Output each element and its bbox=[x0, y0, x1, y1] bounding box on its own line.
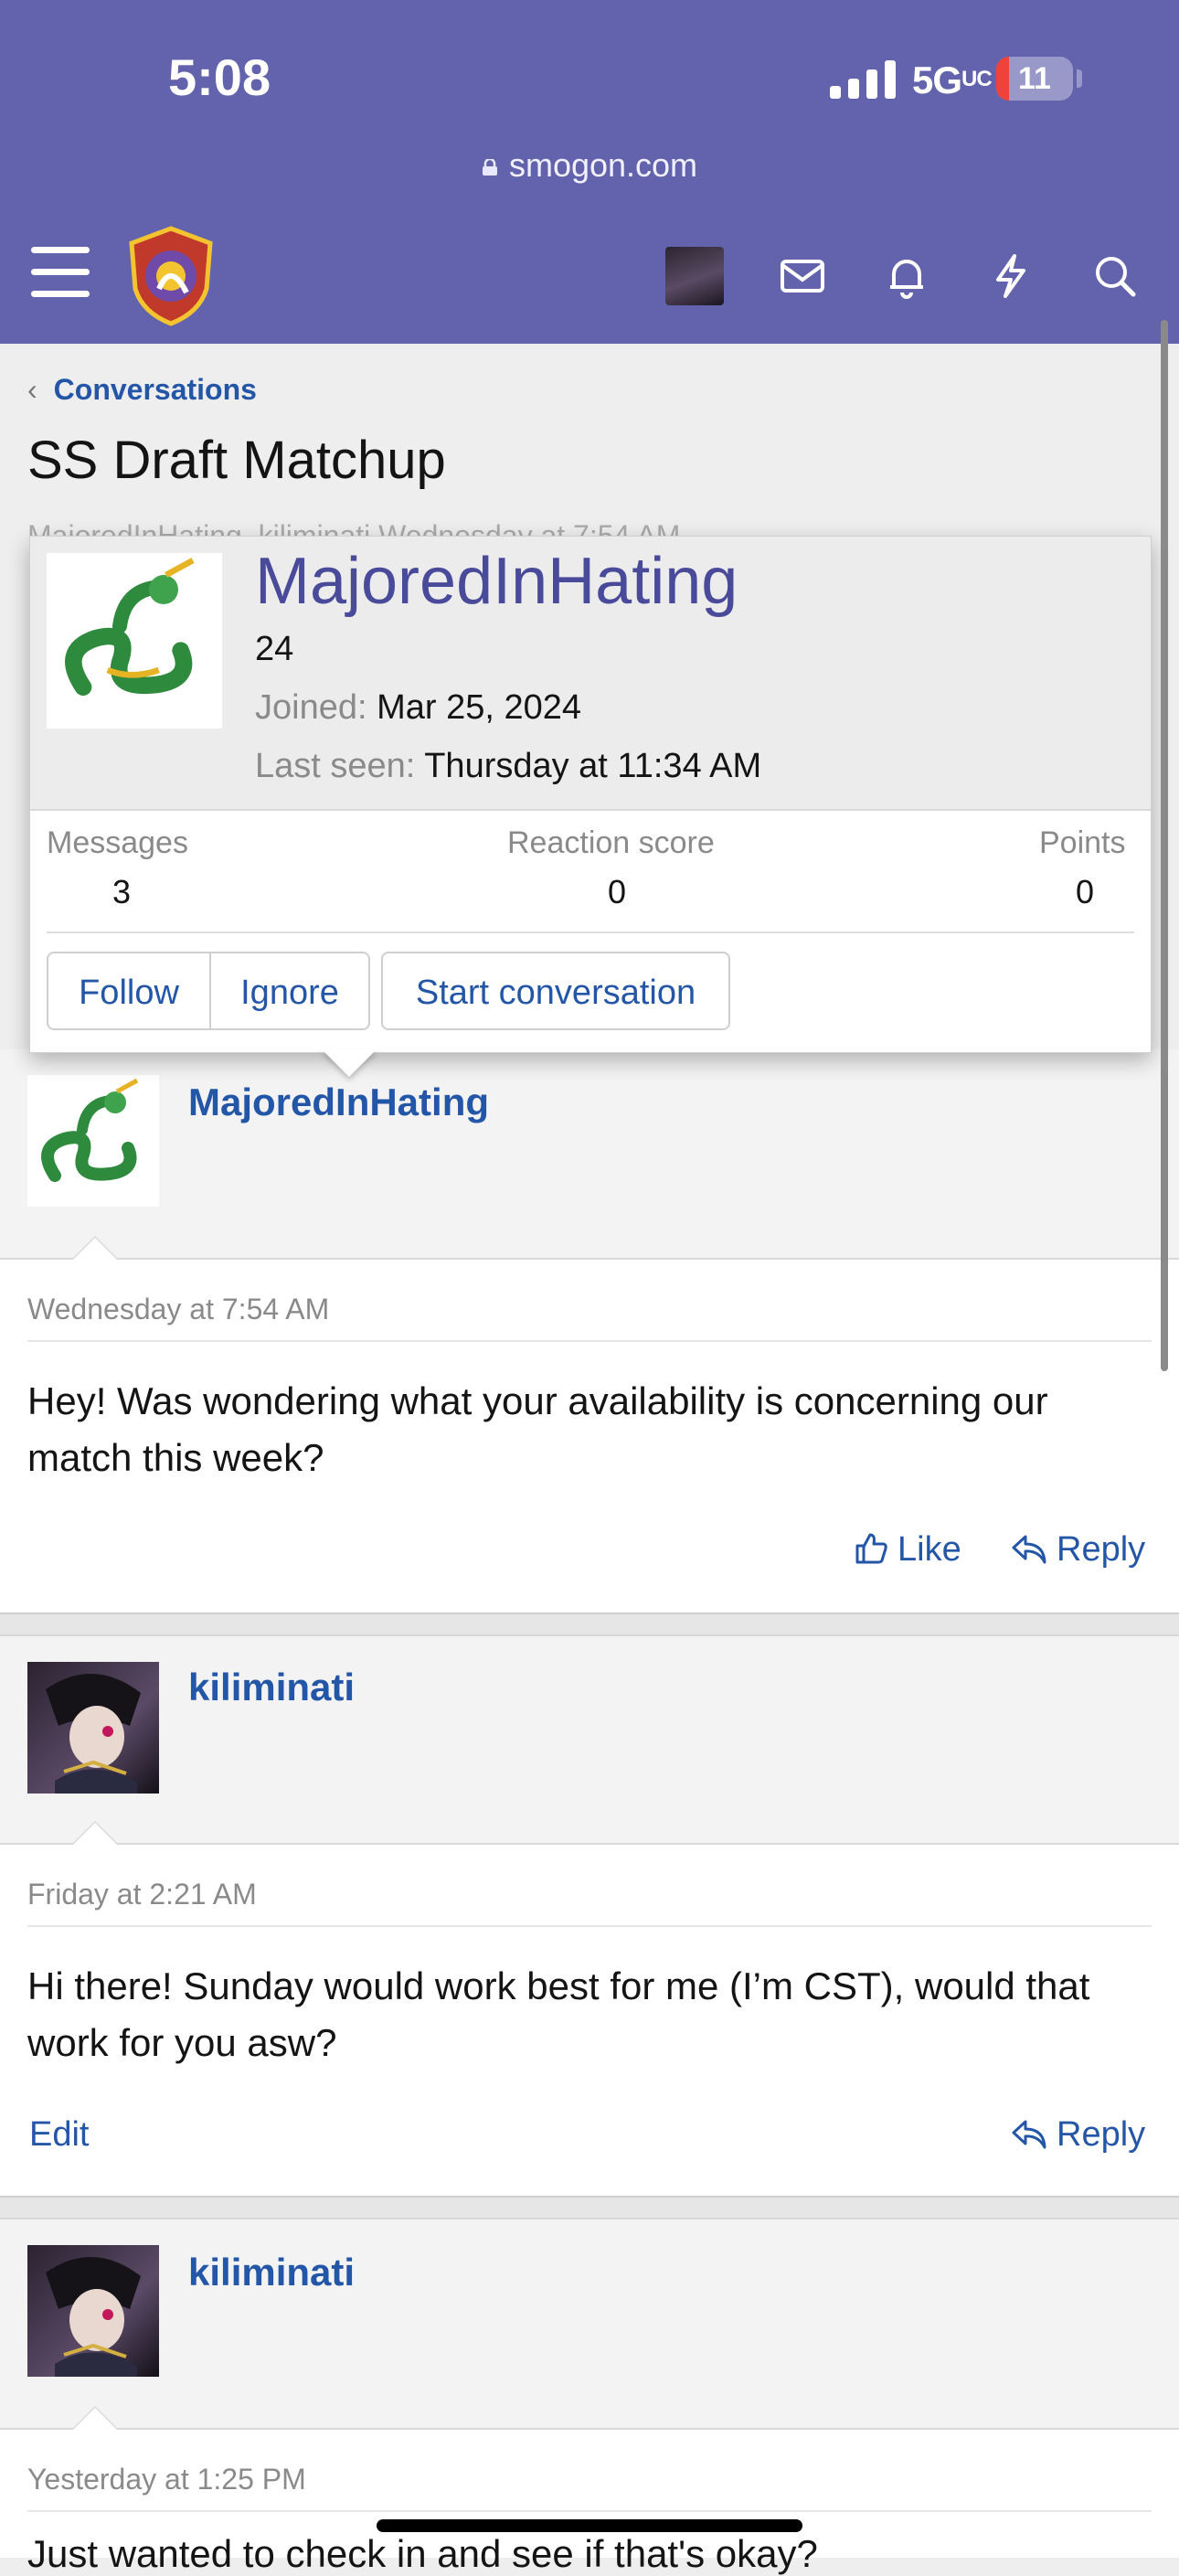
reply-button[interactable]: Reply bbox=[1011, 2115, 1145, 2155]
bolt-icon[interactable] bbox=[985, 250, 1036, 302]
url-bar[interactable]: smogon.com bbox=[0, 146, 1179, 185]
message-author[interactable]: kiliminati bbox=[188, 2251, 355, 2294]
reply-button[interactable]: Reply bbox=[1011, 1530, 1145, 1570]
message-text: Hi there! Sunday would work best for me … bbox=[27, 1964, 1090, 2064]
site-logo[interactable] bbox=[126, 225, 216, 327]
page-title: SS Draft Matchup bbox=[27, 431, 446, 490]
edit-button[interactable]: Edit bbox=[29, 2115, 89, 2155]
joined-info: Joined: Mar 25, 2024 bbox=[255, 688, 582, 727]
lock-icon bbox=[482, 159, 497, 176]
message-date[interactable]: Wednesday at 7:54 AM bbox=[27, 1293, 329, 1326]
separator bbox=[0, 1613, 1179, 1636]
message-text: Hey! Was wondering what your availabilit… bbox=[27, 1379, 1048, 1479]
search-icon[interactable] bbox=[1089, 250, 1141, 302]
like-button[interactable]: Like bbox=[854, 1530, 961, 1570]
signal-icon bbox=[830, 60, 896, 99]
breadcrumb[interactable]: ‹ Conversations bbox=[27, 373, 257, 407]
arrow bbox=[73, 1823, 117, 1845]
follow-button[interactable]: Follow bbox=[47, 952, 211, 1030]
divider bbox=[47, 931, 1134, 933]
reply-icon bbox=[1012, 2120, 1046, 2149]
battery-icon: 11 bbox=[996, 57, 1073, 101]
avatar[interactable] bbox=[27, 1662, 159, 1794]
stat-value-points: 0 bbox=[1076, 873, 1095, 910]
start-conversation-button[interactable]: Start conversation bbox=[381, 952, 730, 1030]
separator bbox=[0, 2196, 1179, 2219]
member-tooltip: MajoredInHating 24 Joined: Mar 25, 2024 … bbox=[29, 536, 1152, 1053]
message-header bbox=[0, 2219, 1179, 2430]
tooltip-arrow bbox=[322, 1049, 377, 1077]
menu-icon[interactable] bbox=[31, 247, 90, 298]
message-date[interactable]: Friday at 2:21 AM bbox=[27, 1878, 257, 1911]
bell-icon[interactable] bbox=[881, 250, 932, 302]
last-seen-info: Last seen: Thursday at 11:34 AM bbox=[255, 747, 762, 785]
stat-label-points: Points bbox=[1039, 825, 1126, 860]
avatar[interactable] bbox=[47, 553, 222, 729]
chevron-left-icon: ‹ bbox=[27, 373, 37, 406]
message-author[interactable]: kiliminati bbox=[188, 1666, 355, 1709]
arrow bbox=[73, 2408, 117, 2430]
reply-icon bbox=[1012, 1535, 1046, 1564]
tooltip-username[interactable]: MajoredInHating bbox=[255, 544, 738, 619]
divider bbox=[27, 1925, 1152, 1927]
message-date[interactable]: Yesterday at 1:25 PM bbox=[27, 2463, 306, 2496]
divider bbox=[27, 1340, 1152, 1342]
arrow bbox=[73, 1238, 117, 1260]
scrollbar[interactable] bbox=[1161, 320, 1168, 1371]
message-header bbox=[0, 1049, 1179, 1260]
battery-nub bbox=[1077, 69, 1082, 88]
avatar[interactable] bbox=[27, 2245, 159, 2377]
home-indicator[interactable] bbox=[377, 2519, 802, 2532]
message-text: Just wanted to check in and see if that'… bbox=[27, 2532, 818, 2575]
divider bbox=[27, 2510, 1152, 2512]
stat-value-reaction: 0 bbox=[608, 873, 627, 910]
message-header bbox=[0, 1636, 1179, 1845]
thumbs-up-icon bbox=[855, 1533, 887, 1564]
ignore-button[interactable]: Ignore bbox=[209, 952, 370, 1030]
stat-label-messages: Messages bbox=[47, 825, 188, 860]
network-type: 5GUC bbox=[912, 59, 993, 101]
status-time: 5:08 bbox=[168, 48, 271, 106]
mail-icon[interactable] bbox=[777, 250, 828, 302]
user-avatar[interactable] bbox=[665, 247, 724, 305]
message-author[interactable]: MajoredInHating bbox=[188, 1080, 489, 1124]
avatar[interactable] bbox=[27, 1075, 159, 1207]
stat-value-messages: 3 bbox=[112, 873, 132, 910]
user-title: 24 bbox=[255, 630, 294, 668]
stat-label-reaction: Reaction score bbox=[507, 825, 715, 860]
